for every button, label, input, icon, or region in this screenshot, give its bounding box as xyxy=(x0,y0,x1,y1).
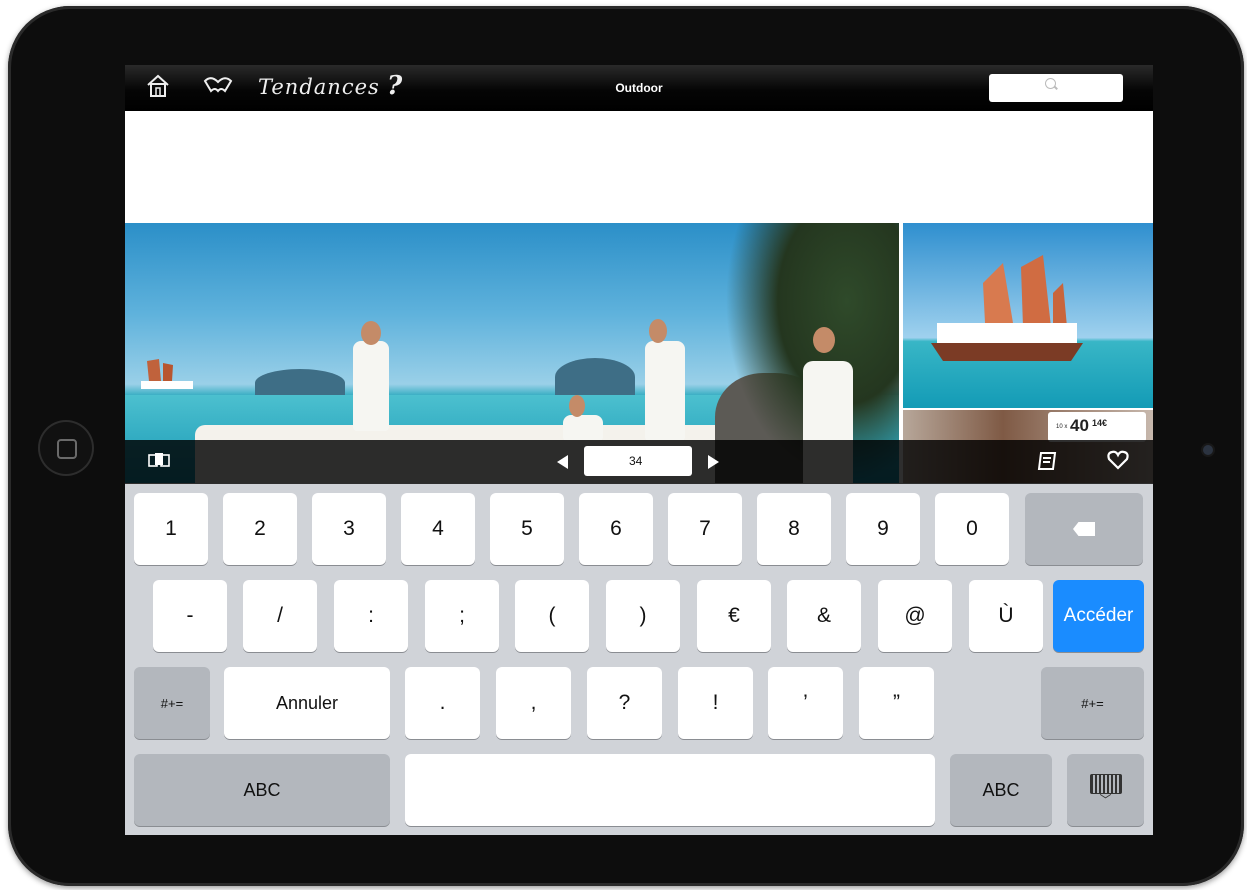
previous-page-arrow[interactable] xyxy=(557,455,568,469)
key-apostrophe[interactable]: ’ xyxy=(768,667,843,739)
key-at[interactable]: @ xyxy=(878,580,952,652)
key-5[interactable]: 5 xyxy=(490,493,564,565)
key-7[interactable]: 7 xyxy=(668,493,742,565)
key-period[interactable]: . xyxy=(405,667,480,739)
person-head xyxy=(649,319,667,343)
person xyxy=(645,341,685,441)
abc-key-left[interactable]: ABC xyxy=(134,754,390,826)
price-value: 40 xyxy=(1070,416,1089,435)
key-colon[interactable]: : xyxy=(334,580,408,652)
key-quote[interactable]: ” xyxy=(859,667,934,739)
key-open-paren[interactable]: ( xyxy=(515,580,589,652)
key-6[interactable]: 6 xyxy=(579,493,653,565)
backspace-key[interactable] xyxy=(1025,493,1143,565)
chevron-down-icon: ﹀ xyxy=(1099,793,1112,807)
edit-icon[interactable] xyxy=(1037,450,1059,478)
key-9[interactable]: 9 xyxy=(846,493,920,565)
key-slash[interactable]: / xyxy=(243,580,317,652)
page-navigation-bar xyxy=(125,440,1153,484)
home-button-square-icon xyxy=(57,439,77,459)
catalog-side-photo[interactable] xyxy=(903,223,1153,408)
top-toolbar: Tendances ? Outdoor xyxy=(125,65,1153,111)
symbols-key-left[interactable]: #+= xyxy=(134,667,210,739)
person-head xyxy=(361,321,381,345)
front-camera xyxy=(1203,445,1213,455)
person-head xyxy=(813,327,835,353)
person xyxy=(563,415,603,441)
abc-key-right[interactable]: ABC xyxy=(950,754,1052,826)
key-1[interactable]: 1 xyxy=(134,493,208,565)
distant-island xyxy=(555,358,635,396)
key-2[interactable]: 2 xyxy=(223,493,297,565)
symbols-key-right[interactable]: #+= xyxy=(1041,667,1144,739)
person xyxy=(353,341,389,431)
keyboard-icon xyxy=(1089,774,1122,794)
price-tag-prefix: 10 x xyxy=(1056,424,1068,430)
key-close-paren[interactable]: ) xyxy=(606,580,680,652)
on-screen-keyboard: 1 2 3 4 5 6 7 8 9 0 - / : ; ( ) € & @ Ù … xyxy=(125,484,1153,835)
app-screen: Tendances ? Outdoor 10 x 40 14€ 34 1 2 3… xyxy=(125,65,1153,835)
page-number-input[interactable] xyxy=(584,446,692,476)
junk-boat xyxy=(931,255,1083,361)
space-key[interactable] xyxy=(405,754,935,826)
go-key[interactable]: Accéder xyxy=(1053,580,1144,652)
key-ampersand[interactable]: & xyxy=(787,580,861,652)
price-cents: 14€ xyxy=(1092,418,1108,428)
key-euro[interactable]: € xyxy=(697,580,771,652)
backspace-icon xyxy=(1073,522,1095,536)
key-u-grave[interactable]: Ù xyxy=(969,580,1043,652)
hide-keyboard-key[interactable]: ﹀ xyxy=(1067,754,1144,826)
key-0[interactable]: 0 xyxy=(935,493,1009,565)
price-tag: 10 x 40 14€ xyxy=(1048,412,1146,442)
key-question[interactable]: ? xyxy=(587,667,662,739)
home-button[interactable] xyxy=(38,420,94,476)
key-semicolon[interactable]: ; xyxy=(425,580,499,652)
distant-island xyxy=(255,369,345,397)
key-minus[interactable]: - xyxy=(153,580,227,652)
key-4[interactable]: 4 xyxy=(401,493,475,565)
key-exclamation[interactable]: ! xyxy=(678,667,753,739)
key-8[interactable]: 8 xyxy=(757,493,831,565)
key-3[interactable]: 3 xyxy=(312,493,386,565)
key-comma[interactable]: , xyxy=(496,667,571,739)
heart-icon[interactable] xyxy=(1107,450,1129,476)
pages-icon[interactable] xyxy=(147,450,171,476)
next-page-arrow[interactable] xyxy=(708,455,719,469)
person-head xyxy=(569,395,585,417)
search-icon xyxy=(1045,78,1056,89)
junk-boat-small xyxy=(141,359,193,389)
cancel-key[interactable]: Annuler xyxy=(224,667,390,739)
